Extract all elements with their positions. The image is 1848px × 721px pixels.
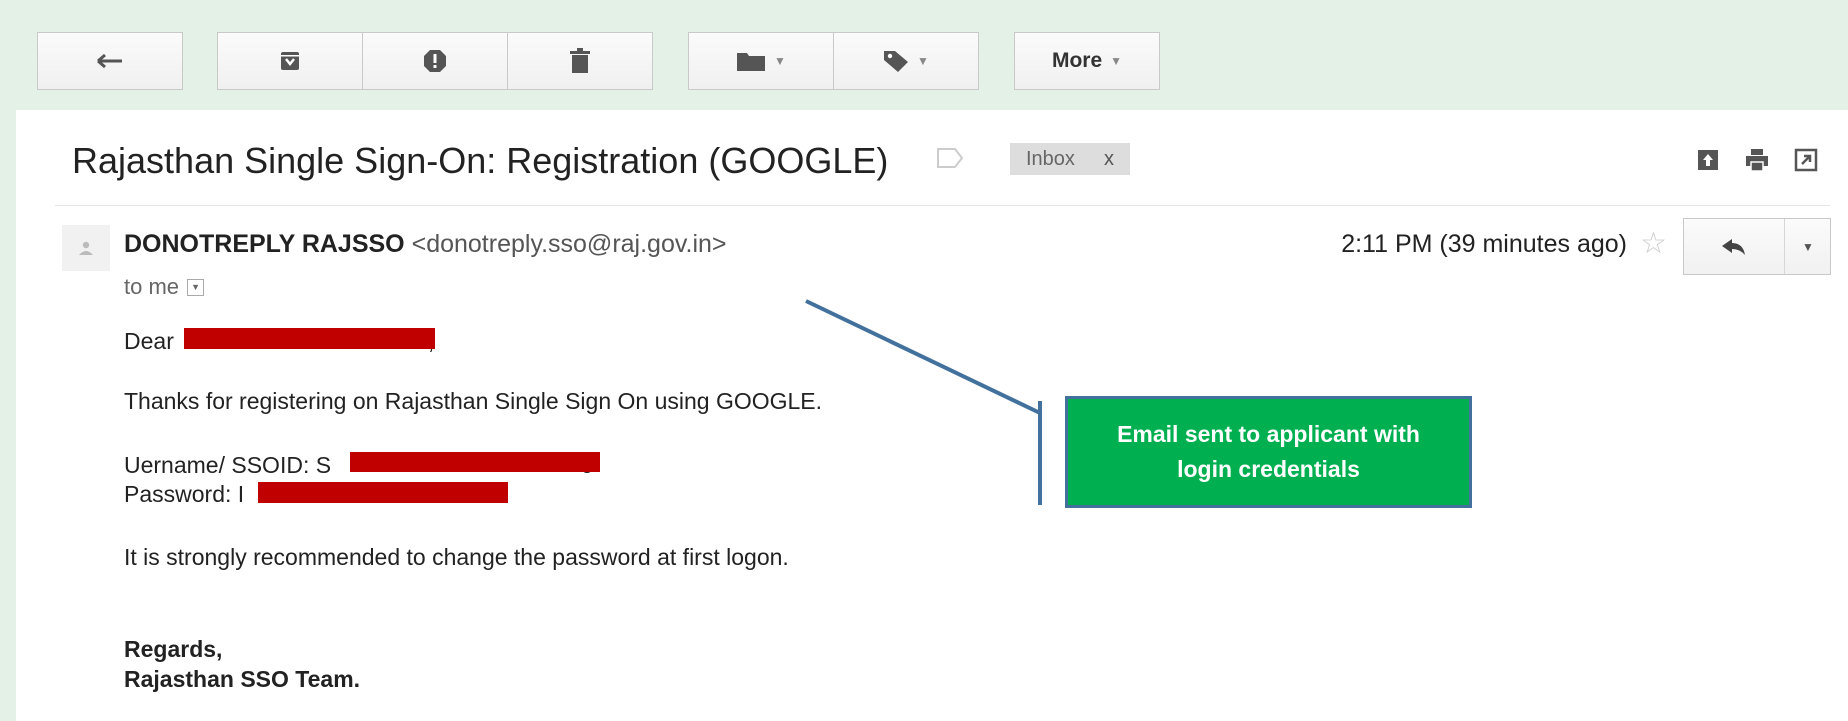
callout-connector	[805, 299, 1042, 505]
annotation-callout: Email sent to applicant with login crede…	[1065, 396, 1472, 508]
annotation-text: Email sent to applicant with login crede…	[1117, 421, 1420, 482]
